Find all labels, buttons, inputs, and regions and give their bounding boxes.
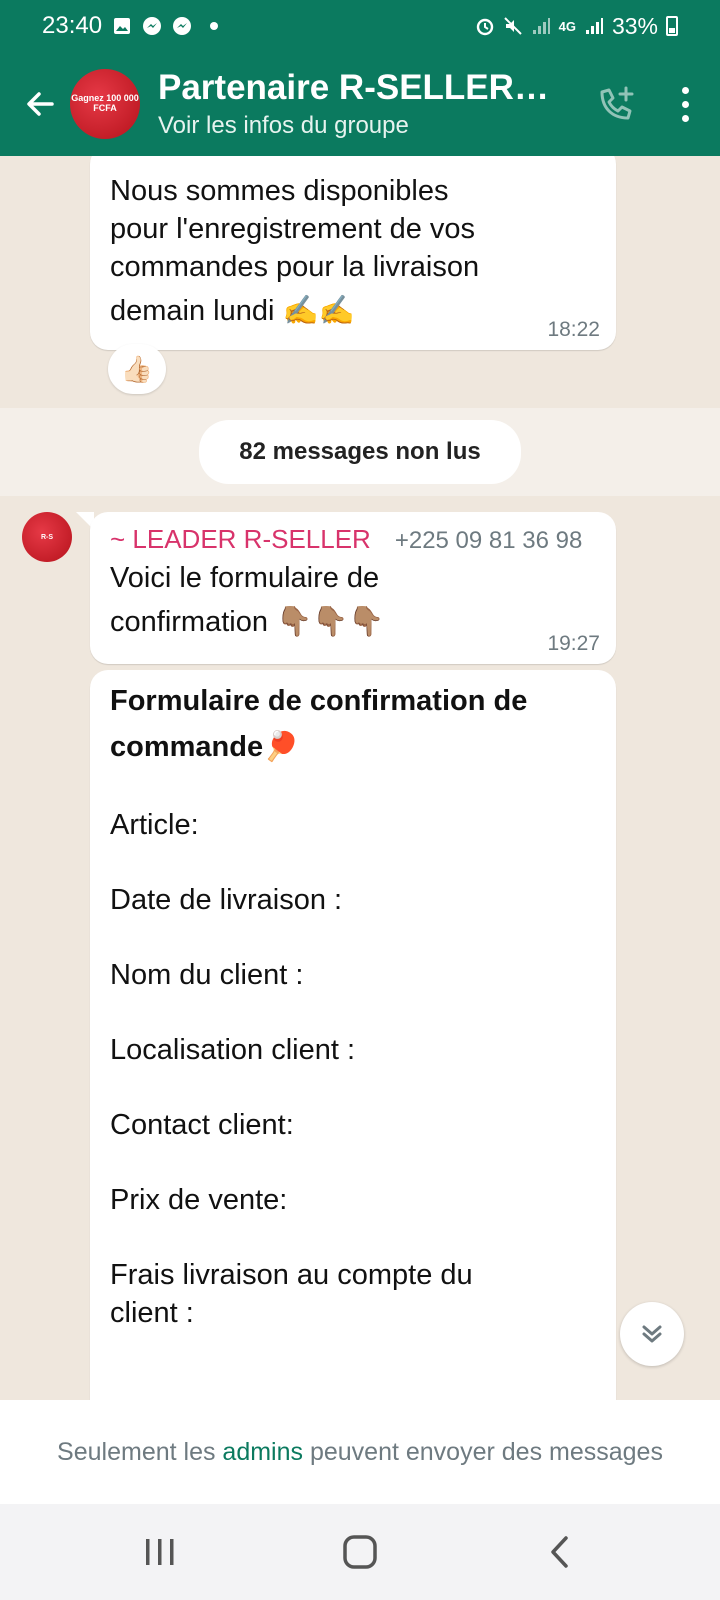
form-field: Localisation client : [110,1034,356,1066]
chat-header: Gagnez 100 000 FCFA Partenaire R-SELLER … [0,52,720,156]
signal-icon [532,18,550,34]
system-nav-bar [0,1504,720,1600]
form-field: client : [110,1297,194,1329]
group-info[interactable]: Partenaire R-SELLER V... Voir les infos … [158,68,558,140]
recent-apps-icon [146,1539,174,1565]
form-field: Contact client: [110,1109,294,1141]
mute-icon [503,17,522,35]
alarm-icon [476,18,493,36]
signal-icon [585,18,603,34]
home-button[interactable] [320,1522,400,1582]
form-field: Frais livraison au compte du [110,1259,473,1291]
network-type: 4G [558,18,576,34]
more-options-button[interactable] [670,76,700,132]
status-time: 23:40 [42,12,103,39]
message-bubble[interactable]: ~ LEADER R-SELLER +225 09 81 36 98 Voici… [90,512,616,664]
message-bubble[interactable]: Nous sommes disponibles pour l'enregistr… [90,156,616,350]
chat-area[interactable]: Nous sommes disponibles pour l'enregistr… [0,156,720,1400]
message-time: 19:27 [547,632,600,655]
messenger-icon [143,17,162,35]
battery-icon [666,16,678,36]
form-field: Date de livraison : [110,884,343,916]
unread-divider: 82 messages non lus [0,408,720,496]
form-title: Formulaire de confirmation de [110,685,528,717]
group-subtitle: Voir les infos du groupe [158,112,409,139]
sender-avatar[interactable]: R-S [22,512,72,562]
nav-back-button[interactable] [520,1522,600,1582]
recent-apps-button[interactable] [120,1522,200,1582]
sender-name[interactable]: ~ LEADER R-SELLER [110,524,371,555]
reaction-badge[interactable]: 👍🏻 [108,344,166,394]
message-sender-row: ~ LEADER R-SELLER +225 09 81 36 98 [110,524,596,555]
status-bar: 23:40 4G 33% [0,0,720,52]
message-text: commandes pour la livraison [110,251,480,283]
home-icon [343,1535,377,1569]
message-text: Nous sommes disponibles [110,175,449,207]
admin-only-notice: Seulement les admins peuvent envoyer des… [0,1400,720,1504]
form-field: Article: [110,809,199,841]
group-avatar[interactable]: Gagnez 100 000 FCFA [70,69,140,139]
admins-link[interactable]: admins [222,1438,303,1466]
form-title: commande🏓 [110,731,300,763]
notification-dot [210,22,219,30]
back-button[interactable] [10,74,70,134]
form-field: Nom du client : [110,959,304,991]
sender-phone[interactable]: +225 09 81 36 98 [395,527,583,555]
nav-back-icon [551,1536,568,1568]
more-vertical-icon [681,86,689,94]
message-text: demain lundi ✍️✍️ [110,295,355,327]
message-time: 18:22 [547,318,600,341]
add-call-icon [600,86,634,120]
form-field: Prix de vente: [110,1184,288,1216]
battery-percent: 33% [611,12,658,39]
double-chevron-down-icon [642,1325,662,1343]
back-arrow-icon [27,92,54,116]
unread-count-badge: 82 messages non lus [199,420,521,484]
message-text: pour l'enregistrement de vos [110,213,476,245]
gallery-icon [114,18,131,34]
group-title: Partenaire R-SELLER V... [158,68,558,107]
message-text: Voici le formulaire de [110,562,380,594]
add-call-button[interactable] [588,76,644,132]
message-text: confirmation 👇🏽👇🏽👇🏽 [110,606,385,638]
messenger-icon [173,17,192,35]
scroll-down-button[interactable] [620,1302,684,1366]
message-bubble[interactable]: Formulaire de confirmation de commande🏓 … [90,670,616,1400]
